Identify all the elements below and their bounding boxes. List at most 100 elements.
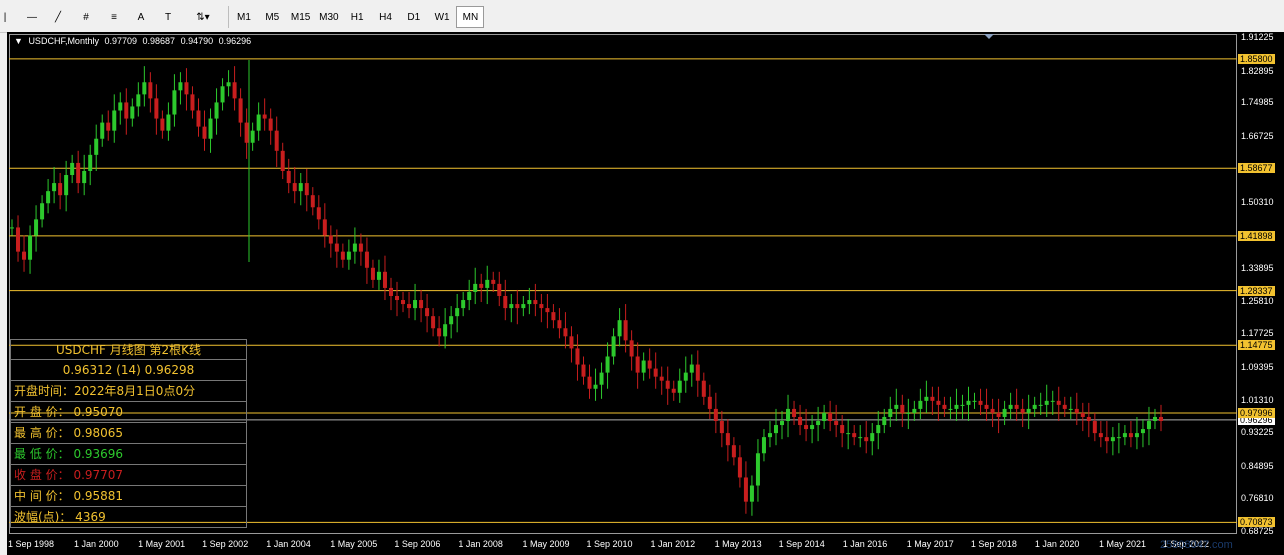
- candle-body: [749, 485, 754, 502]
- candle-body: [455, 308, 460, 317]
- candle-body: [82, 170, 87, 184]
- candle-body: [304, 183, 309, 196]
- candle-body: [599, 372, 604, 385]
- candle-body: [882, 416, 887, 426]
- candle-body: [1152, 416, 1157, 422]
- candle-body: [1008, 404, 1013, 409]
- candle-body: [942, 404, 947, 409]
- candle-body: [1080, 412, 1085, 417]
- candle-body: [581, 364, 586, 377]
- info-row: USDCHF 月线图 第2根K线: [10, 339, 247, 360]
- candle-body: [635, 356, 640, 373]
- candle-body: [773, 425, 778, 434]
- candle-body: [1002, 408, 1007, 417]
- candle-body: [930, 396, 935, 401]
- candle-body: [334, 243, 339, 252]
- candle-body: [118, 102, 123, 111]
- candle-body: [605, 356, 610, 373]
- info-panel: USDCHF 月线图 第2根K线 0.96312 (14) 0.96298 开盘时间…: [10, 339, 247, 528]
- candle-body: [587, 376, 592, 389]
- candle-body: [810, 425, 815, 430]
- candle-body: [527, 300, 532, 305]
- candle-body: [340, 251, 345, 260]
- candle-body: [533, 300, 538, 305]
- shift-marker-icon[interactable]: [984, 34, 994, 39]
- candle-body: [244, 122, 249, 143]
- info-row: 波幅(点)： 4369: [10, 507, 247, 528]
- candle-body: [40, 203, 45, 220]
- candle-body: [701, 380, 706, 397]
- level-price-tag: 1.14775: [1238, 340, 1275, 351]
- candle-body: [16, 227, 21, 252]
- candle-body: [840, 425, 845, 434]
- candle-body: [761, 437, 766, 454]
- candle-body: [214, 102, 219, 119]
- candle-body: [798, 416, 803, 426]
- candle-body: [792, 408, 797, 417]
- candle-body: [136, 94, 141, 107]
- candle-body: [936, 400, 941, 405]
- candle-body: [924, 396, 929, 401]
- candle-body: [743, 477, 748, 502]
- x-tick-label: 1 Jan 2000: [74, 539, 119, 549]
- candle-body: [948, 408, 953, 410]
- candle-body: [515, 304, 520, 309]
- candle-body: [822, 412, 827, 422]
- candle-body: [1092, 421, 1097, 434]
- candle-body: [731, 445, 736, 458]
- level-price-tag: 1.85800: [1238, 53, 1275, 64]
- candle-body: [918, 400, 923, 409]
- candle-body: [683, 372, 688, 381]
- candle-body: [617, 320, 622, 337]
- candle-body: [88, 154, 93, 171]
- candle-body: [900, 404, 905, 413]
- y-tick-label: 1.91225: [1241, 32, 1274, 42]
- level-price-tag: 1.41898: [1238, 230, 1275, 241]
- candle-body: [1104, 437, 1109, 442]
- x-tick-label: 1 May 2009: [522, 539, 570, 549]
- y-tick-label: 1.09395: [1241, 361, 1274, 372]
- candle-body: [178, 82, 183, 91]
- candle-body: [984, 404, 989, 409]
- candle-body: [310, 195, 315, 208]
- y-tick-label: 1.33895: [1241, 263, 1274, 274]
- candle-body: [449, 316, 454, 325]
- candle-body: [725, 433, 730, 446]
- candle-body: [1159, 416, 1163, 422]
- candle-body: [545, 308, 550, 313]
- candle-body: [954, 404, 959, 409]
- candle-body: [1122, 433, 1127, 438]
- watermark: 25808047.com: [1160, 539, 1233, 551]
- candle-body: [467, 291, 472, 301]
- candle-body: [286, 170, 291, 184]
- candle-body: [64, 175, 69, 196]
- candle-body: [1038, 404, 1043, 406]
- level-price-tag: 0.97996: [1238, 407, 1275, 418]
- info-row: 收 盘 价： 0.97707: [10, 465, 247, 486]
- candle-body: [786, 408, 791, 422]
- candle-body: [689, 364, 694, 373]
- x-tick-label: 1 May 2005: [330, 539, 378, 549]
- candle-body: [647, 360, 652, 369]
- candle-body: [1056, 400, 1061, 405]
- candle-body: [431, 316, 436, 329]
- candle-body: [352, 243, 357, 252]
- candle-body: [713, 408, 718, 422]
- candle-body: [575, 348, 580, 365]
- candle-body: [719, 421, 724, 434]
- candle-body: [1146, 421, 1151, 430]
- candle-body: [148, 82, 153, 99]
- candle-body: [202, 126, 207, 139]
- candle-body: [364, 251, 369, 268]
- candle-body: [695, 364, 700, 381]
- x-tick-label: 1 Sep 2006: [394, 539, 441, 549]
- candle-body: [906, 412, 911, 414]
- candle-body: [1020, 408, 1025, 413]
- candle-body: [641, 360, 646, 373]
- candle-body: [388, 287, 393, 296]
- candle-body: [497, 283, 502, 296]
- candle-body: [539, 304, 544, 309]
- candle-body: [190, 94, 195, 111]
- candle-body: [804, 425, 809, 430]
- candle-body: [208, 118, 213, 139]
